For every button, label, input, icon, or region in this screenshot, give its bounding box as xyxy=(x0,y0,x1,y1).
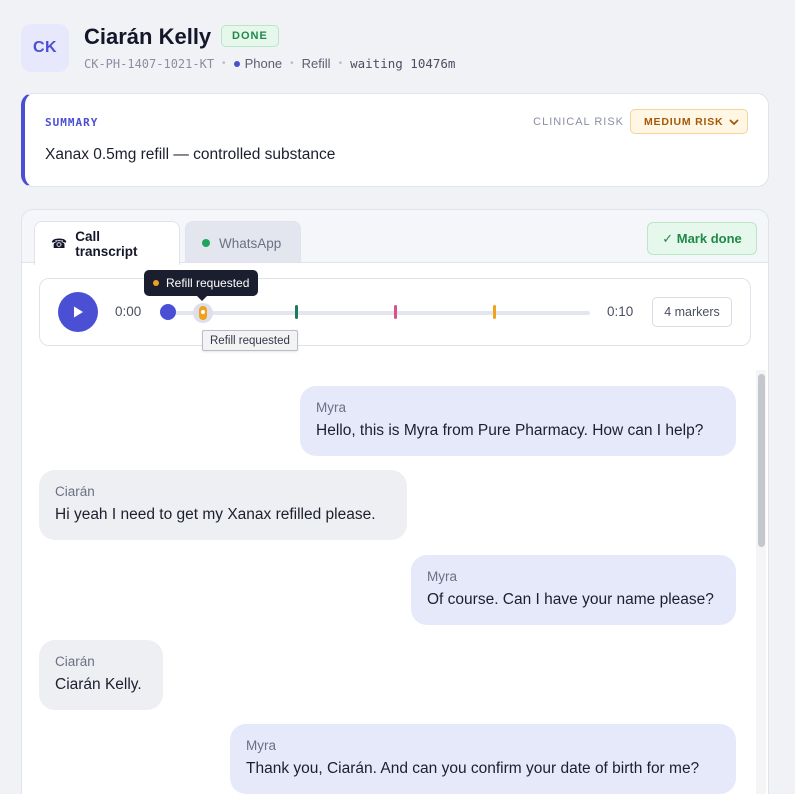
separator-dot: • xyxy=(290,58,294,69)
timeline-marker[interactable] xyxy=(295,305,298,319)
contact-meta: CK-PH-1407-1021-KT • Phone • Refill • wa… xyxy=(84,56,455,71)
timeline-marker[interactable] xyxy=(394,305,397,319)
channel-label: Phone xyxy=(244,56,283,71)
case-id: CK-PH-1407-1021-KT xyxy=(84,56,215,71)
risk-value: MEDIUM RISK xyxy=(644,115,724,128)
message-bubble: Myra Hello, this is Myra from Pure Pharm… xyxy=(300,386,736,456)
avatar: CK xyxy=(21,24,69,72)
message-text: Hi yeah I need to get my Xanax refilled … xyxy=(55,506,376,523)
message-bubble: Ciarán Ciarán Kelly. xyxy=(39,640,163,710)
tab-label: Call transcript xyxy=(75,228,138,259)
time-current: 0:00 xyxy=(115,304,142,319)
time-total: 0:10 xyxy=(607,304,634,319)
tab-whatsapp[interactable]: WhatsApp xyxy=(185,221,301,264)
summary-text: Xanax 0.5mg refill — controlled substanc… xyxy=(45,146,336,163)
summary-card: SUMMARY Xanax 0.5mg refill — controlled … xyxy=(21,93,769,187)
play-icon xyxy=(74,306,83,318)
message-speaker: Ciarán xyxy=(55,654,95,669)
message-speaker: Myra xyxy=(246,738,276,753)
separator-dot: • xyxy=(222,58,226,69)
chevron-down-icon xyxy=(729,119,739,125)
marker-tooltip: Refill requested xyxy=(144,270,259,301)
markers-button[interactable]: 4 markers xyxy=(652,297,732,327)
request-type: Refill xyxy=(301,56,331,71)
timeline-marker[interactable] xyxy=(493,305,496,319)
transcript-list: Myra Hello, this is Myra from Pure Pharm… xyxy=(22,368,768,794)
clinical-risk-label: CLINICAL RISK xyxy=(533,116,624,128)
tooltip-text: Refill requested xyxy=(166,276,250,290)
scrollbar-thumb[interactable] xyxy=(758,374,765,547)
separator-dot: • xyxy=(338,58,343,69)
message-bubble: Myra Thank you, Ciarán. And can you conf… xyxy=(230,724,736,794)
message-text: Thank you, Ciarán. And can you confirm y… xyxy=(246,760,700,777)
progress-track[interactable] xyxy=(169,311,590,315)
playhead-knob[interactable] xyxy=(160,304,176,320)
clinical-risk-select[interactable]: MEDIUM RISK xyxy=(630,109,748,134)
tab-label: WhatsApp xyxy=(219,235,282,251)
conversation-panel: ☎ Call transcript WhatsApp ✓ Mark done 0… xyxy=(21,209,769,794)
message-speaker: Myra xyxy=(427,569,457,584)
contact-header: CK Ciarán Kelly DONE CK-PH-1407-1021-KT … xyxy=(21,24,774,76)
online-dot-icon xyxy=(202,239,210,247)
tab-call-transcript[interactable]: ☎ Call transcript xyxy=(34,221,180,265)
native-tooltip: Refill requested xyxy=(202,330,298,351)
scrollbar[interactable] xyxy=(756,370,766,794)
timeline-marker-active[interactable] xyxy=(193,303,213,323)
mark-done-button[interactable]: ✓ Mark done xyxy=(647,222,757,255)
marker-color-dot-icon xyxy=(153,280,159,286)
status-badge: DONE xyxy=(221,25,279,47)
play-button[interactable] xyxy=(58,292,98,332)
message-speaker: Myra xyxy=(316,400,346,415)
message-speaker: Ciarán xyxy=(55,484,95,499)
phone-icon: ☎ xyxy=(51,235,68,251)
summary-label: SUMMARY xyxy=(45,116,99,129)
message-bubble: Ciarán Hi yeah I need to get my Xanax re… xyxy=(39,470,407,540)
message-bubble: Myra Of course. Can I have your name ple… xyxy=(411,555,736,625)
message-text: Ciarán Kelly. xyxy=(55,676,142,693)
message-text: Of course. Can I have your name please? xyxy=(427,591,714,608)
message-text: Hello, this is Myra from Pure Pharmacy. … xyxy=(316,422,704,439)
contact-name: Ciarán Kelly xyxy=(84,24,212,49)
channel-dot-icon xyxy=(233,60,240,67)
waiting-time: waiting 10476m xyxy=(350,56,456,71)
